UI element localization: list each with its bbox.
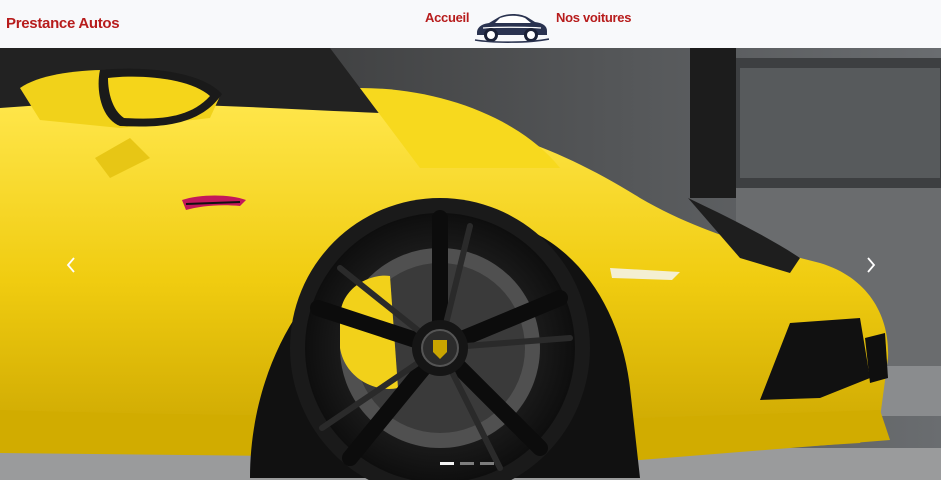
brand-link[interactable]: Prestance Autos bbox=[6, 15, 120, 32]
carousel-indicators bbox=[440, 462, 494, 465]
car-logo-icon[interactable] bbox=[473, 6, 549, 44]
chevron-right-icon bbox=[867, 257, 876, 273]
carousel-indicator[interactable] bbox=[480, 462, 494, 465]
hero-car-photo bbox=[0, 48, 941, 480]
top-navbar: Prestance Autos Accueil Nos voitures bbox=[0, 0, 941, 48]
carousel-indicator[interactable] bbox=[460, 462, 474, 465]
carousel-prev-button[interactable] bbox=[46, 248, 96, 282]
carousel-indicator[interactable] bbox=[440, 462, 454, 465]
nav-link-nos-voitures[interactable]: Nos voitures bbox=[556, 10, 631, 25]
carousel-next-button[interactable] bbox=[846, 248, 896, 282]
chevron-left-icon bbox=[66, 257, 75, 273]
hero-carousel bbox=[0, 48, 941, 480]
nav-link-accueil[interactable]: Accueil bbox=[425, 10, 469, 25]
